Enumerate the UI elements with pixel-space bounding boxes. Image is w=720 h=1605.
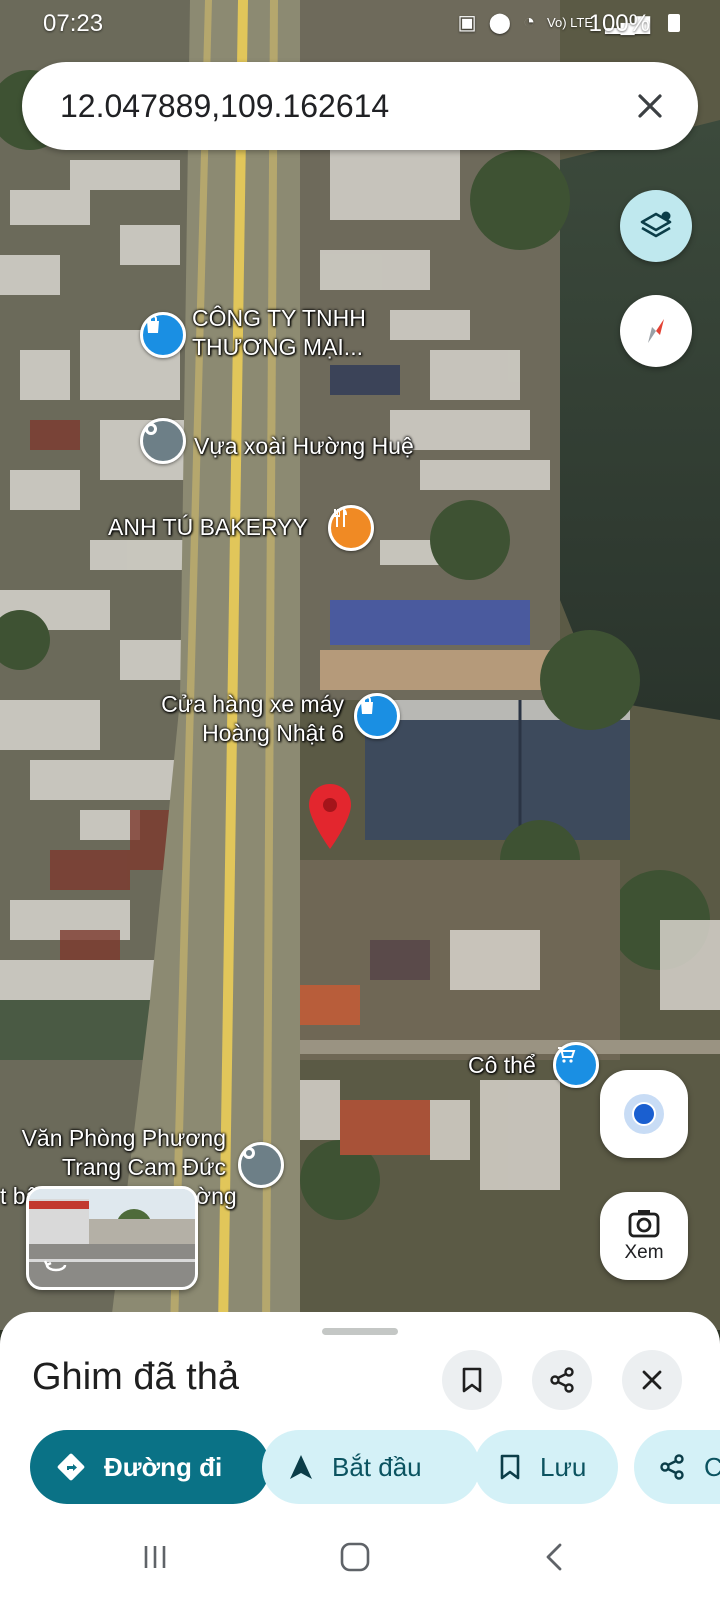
close-icon [642, 1370, 662, 1390]
system-nav-bar [0, 1515, 720, 1605]
layers-icon [640, 211, 672, 238]
my-location-icon [624, 1094, 664, 1134]
poi-label-partial: ờng [196, 1183, 237, 1209]
poi-label-cong-ty[interactable]: CÔNG TY TNHH THƯƠNG MẠI... [192, 304, 366, 362]
back-button[interactable] [530, 1537, 580, 1577]
bookmark-icon [500, 1454, 520, 1480]
sheet-title: Ghim đã thả [32, 1356, 239, 1398]
share-icon [550, 1367, 574, 1393]
my-location-button[interactable] [600, 1070, 688, 1158]
poi-label-line: Văn Phòng Phương [21, 1125, 226, 1151]
compass-button[interactable] [620, 295, 692, 367]
close-sheet-button[interactable] [622, 1350, 682, 1410]
poi-label-cua-hang[interactable]: Cửa hàng xe máy Hoàng Nhật 6 [144, 690, 344, 748]
poi-label-co-the[interactable]: Cô thể [468, 1051, 536, 1080]
save-chip[interactable]: Lưu [474, 1430, 618, 1504]
directions-button[interactable]: Đường đi [30, 1430, 270, 1504]
search-bar[interactable]: 12.047889,109.162614 [22, 62, 698, 150]
search-input[interactable]: 12.047889,109.162614 [60, 88, 389, 125]
camera-lens-icon [628, 1210, 660, 1238]
share-label: C [704, 1451, 720, 1482]
battery-percent: 100% [588, 10, 650, 37]
street-view-thumbnail[interactable] [26, 1186, 198, 1290]
lens-label: Xem [624, 1242, 664, 1263]
compass-icon [648, 319, 664, 343]
share-icon-button[interactable] [532, 1350, 592, 1410]
shopping-bag-icon[interactable] [354, 693, 400, 739]
poi-label-anh-tu[interactable]: ANH TÚ BAKERYY [108, 513, 308, 542]
status-time: 07:23 [43, 10, 104, 37]
layers-button[interactable] [620, 190, 692, 262]
poi-label-vua-xoai[interactable]: Vựa xoài Hường Huệ [194, 432, 414, 461]
restaurant-icon[interactable] [328, 505, 374, 551]
action-chips: Đường đi Bắt đầu Lưu C [30, 1430, 720, 1504]
close-icon[interactable] [624, 80, 676, 132]
poi-label-line: Cửa hàng xe máy [161, 691, 344, 717]
shopping-cart-icon[interactable] [553, 1042, 599, 1088]
dropped-pin-icon[interactable] [306, 782, 354, 854]
notification-icon: ▣ [457, 12, 477, 34]
poi-label-line: Cô thể [468, 1052, 536, 1078]
shopping-bag-icon[interactable] [140, 312, 186, 358]
directions-label: Đường đi [104, 1451, 223, 1482]
home-icon [340, 1542, 370, 1572]
rotate-360-icon [43, 1260, 67, 1272]
start-label: Bắt đầu [332, 1451, 422, 1482]
status-bar: 07:23 ▣ ⬤ ◔ Vo) LTE ▂▄▆ 100% [0, 0, 720, 46]
directions-icon [57, 1453, 85, 1481]
save-icon-button[interactable] [442, 1350, 502, 1410]
place-icon[interactable] [238, 1142, 284, 1188]
recent-apps-icon [144, 1546, 166, 1568]
back-icon [546, 1543, 562, 1571]
wifi-icon: ◔ [522, 11, 536, 33]
bookmark-icon [462, 1367, 482, 1393]
place-icon[interactable] [140, 418, 186, 464]
poi-label-line: ANH TÚ BAKERYY [108, 514, 308, 540]
poi-label-van-phong[interactable]: Văn Phòng Phương Trang Cam Đức [4, 1124, 226, 1182]
poi-label-line: CÔNG TY TNHH [192, 305, 366, 331]
location-icon: ⬤ [488, 12, 511, 34]
lens-view-button[interactable]: Xem [600, 1192, 688, 1280]
battery-icon [668, 14, 680, 32]
share-icon [660, 1454, 684, 1480]
save-label: Lưu [540, 1451, 587, 1482]
share-chip[interactable]: C [634, 1430, 720, 1504]
home-button[interactable] [330, 1537, 380, 1577]
network-icon: Vo) LTE [547, 15, 594, 30]
poi-label-line: Trang Cam Đức [61, 1154, 226, 1180]
navigation-arrow-icon [290, 1455, 312, 1479]
recent-apps-button[interactable] [130, 1537, 180, 1577]
poi-label-line: Vựa xoài Hường Huệ [194, 433, 414, 459]
poi-label-line: THƯƠNG MẠI... [192, 334, 363, 360]
poi-label-line: Hoàng Nhật 6 [202, 720, 344, 746]
sheet-drag-handle[interactable] [322, 1328, 398, 1335]
start-button[interactable]: Bắt đầu [262, 1430, 480, 1504]
